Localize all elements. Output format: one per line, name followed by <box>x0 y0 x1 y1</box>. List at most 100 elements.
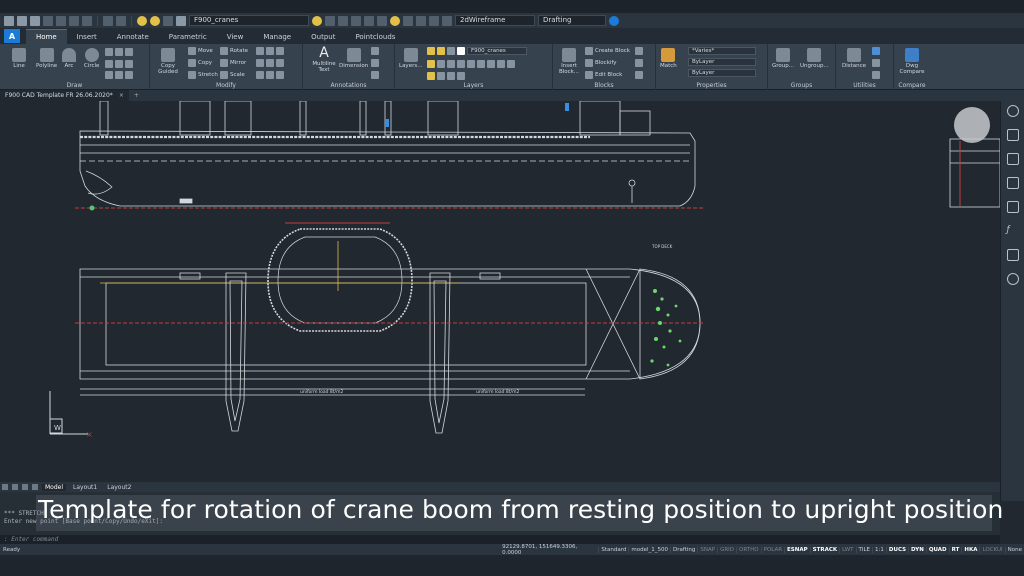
layer-merge-icon[interactable] <box>497 60 505 68</box>
sun-icon[interactable] <box>437 47 445 55</box>
command-input[interactable]: : Enter command <box>0 535 1000 544</box>
tab-annotate[interactable]: Annotate <box>107 30 159 44</box>
help-icon[interactable] <box>609 15 619 26</box>
document-tab[interactable]: F900 CAD Template FR 26.06.2020* × <box>0 90 129 101</box>
status-dimstyle[interactable]: model_1_500 <box>628 546 670 553</box>
circle-tool[interactable]: Circle <box>84 48 99 69</box>
layer-state-icon[interactable] <box>427 60 435 68</box>
prev-layout-icon[interactable] <box>12 484 18 490</box>
explode-tool[interactable] <box>256 71 284 79</box>
display-icon[interactable] <box>442 15 452 26</box>
dwg-compare-tool[interactable]: Dwg Compare <box>899 48 925 75</box>
layer-off-icon[interactable] <box>364 15 374 26</box>
tab-manage[interactable]: Manage <box>253 30 301 44</box>
edit-block-tool[interactable]: Edit Block <box>585 71 622 79</box>
leader-tool[interactable] <box>371 47 379 55</box>
layer-lock-icon[interactable] <box>163 15 173 26</box>
undo-icon[interactable] <box>103 15 113 26</box>
toggle-rt[interactable]: RT <box>948 546 962 553</box>
new-file-icon[interactable] <box>4 15 14 26</box>
view-icon[interactable] <box>429 15 439 26</box>
select-all-tool[interactable] <box>872 47 880 55</box>
layer-match-icon[interactable] <box>477 60 485 68</box>
layer-walk-icon[interactable] <box>487 60 495 68</box>
last-layout-icon[interactable] <box>32 484 38 490</box>
layer-isolate-icon[interactable] <box>338 15 348 26</box>
publish-icon[interactable] <box>82 15 92 26</box>
toggle-lwt[interactable]: LWT <box>839 546 855 553</box>
tab-parametric[interactable]: Parametric <box>159 30 217 44</box>
tab-pointclouds[interactable]: Pointclouds <box>345 30 405 44</box>
polygon-tool[interactable] <box>105 71 133 79</box>
bulb-icon[interactable] <box>427 47 435 55</box>
layers-tool[interactable]: Layers... <box>399 48 422 69</box>
trim-tool[interactable] <box>256 47 284 55</box>
attribute-tool[interactable] <box>635 47 643 55</box>
next-layout-icon[interactable] <box>22 484 28 490</box>
toggle-snap[interactable]: SNAP <box>697 546 717 553</box>
markup-tool[interactable] <box>371 71 379 79</box>
layer-walk-icon[interactable] <box>377 15 387 26</box>
ungroup-tool[interactable]: Ungroup... <box>800 48 829 69</box>
print-icon[interactable] <box>56 15 66 26</box>
layer-lock-all-icon[interactable] <box>427 72 435 80</box>
fillet-tool[interactable] <box>256 59 284 67</box>
tab-output[interactable]: Output <box>301 30 345 44</box>
layer-freeze-icon[interactable] <box>351 15 361 26</box>
tab-layout1[interactable]: Layout1 <box>70 484 100 491</box>
cloud-icon[interactable] <box>1006 273 1019 285</box>
layer-on-icon[interactable] <box>137 15 147 26</box>
toggle-ducs[interactable]: DUCS <box>885 546 908 553</box>
new-tab-icon[interactable]: + <box>134 92 139 99</box>
tab-layout2[interactable]: Layout2 <box>104 484 134 491</box>
group-tool[interactable]: Group... <box>772 48 794 69</box>
workspace-select[interactable]: Drafting <box>538 15 606 26</box>
match-tool[interactable]: Match <box>660 48 677 69</box>
first-layout-icon[interactable] <box>2 484 8 490</box>
lineweight-select[interactable]: ByLayer <box>688 69 756 77</box>
status-workspace[interactable]: Drafting <box>670 546 697 553</box>
structure-icon[interactable] <box>1006 249 1019 261</box>
quick-select-tool[interactable] <box>872 59 880 67</box>
function-icon[interactable]: ƒ <box>1007 225 1019 237</box>
visual-style-select[interactable]: 2dWireframe <box>455 15 535 26</box>
move-tool[interactable]: Move <box>188 47 213 55</box>
layer-dropdown[interactable]: F900_cranes <box>467 47 527 55</box>
layer-isolate-icon[interactable] <box>437 60 445 68</box>
toggle-tile[interactable]: TILE <box>855 546 873 553</box>
toggle-hka[interactable]: HKA <box>961 546 979 553</box>
save-as-icon[interactable] <box>43 15 53 26</box>
layers-stack-icon[interactable] <box>1006 153 1019 165</box>
layer-match-icon[interactable] <box>325 15 335 26</box>
scale-tool[interactable]: Scale <box>220 71 245 79</box>
attribute-edit-tool[interactable] <box>635 59 643 67</box>
properties-icon[interactable] <box>1006 129 1019 141</box>
toggle-ortho[interactable]: ORTHO <box>736 546 761 553</box>
drawing-canvas[interactable]: W × uniform load 8t/m2 uniform load 8t/m… <box>0 101 1000 481</box>
close-icon[interactable]: × <box>119 92 124 99</box>
stretch-tool[interactable]: Stretch <box>188 71 218 79</box>
layer-previous-icon[interactable] <box>312 15 322 26</box>
tab-home[interactable]: Home <box>26 29 67 44</box>
rectangle-tool[interactable] <box>105 48 133 56</box>
layer-color-icon[interactable] <box>176 15 186 26</box>
layer-previous-icon[interactable] <box>437 72 445 80</box>
toggle-esnap[interactable]: ESNAP <box>784 546 810 553</box>
status-standard[interactable]: Standard <box>598 546 628 553</box>
lock-icon[interactable] <box>447 47 455 55</box>
copy-guided-tool[interactable]: Copy Guided <box>154 48 182 75</box>
layer-color-lamp-icon[interactable] <box>390 15 400 26</box>
ellipse-tool[interactable] <box>105 60 133 68</box>
blockify-tool[interactable]: Blockify <box>585 59 617 67</box>
rotate-tool[interactable]: Rotate <box>220 47 248 55</box>
render-icon[interactable] <box>416 15 426 26</box>
mirror-tool[interactable]: Mirror <box>220 59 246 67</box>
redo-icon[interactable] <box>116 15 126 26</box>
toggle-dyn[interactable]: DYN <box>908 546 926 553</box>
arc-tool[interactable]: Arc <box>62 48 76 69</box>
layer-delete-icon[interactable] <box>507 60 515 68</box>
table-tool[interactable] <box>371 59 379 67</box>
layer-freeze-icon[interactable] <box>457 60 465 68</box>
tab-view[interactable]: View <box>217 30 254 44</box>
copy-tool[interactable]: Copy <box>188 59 212 67</box>
